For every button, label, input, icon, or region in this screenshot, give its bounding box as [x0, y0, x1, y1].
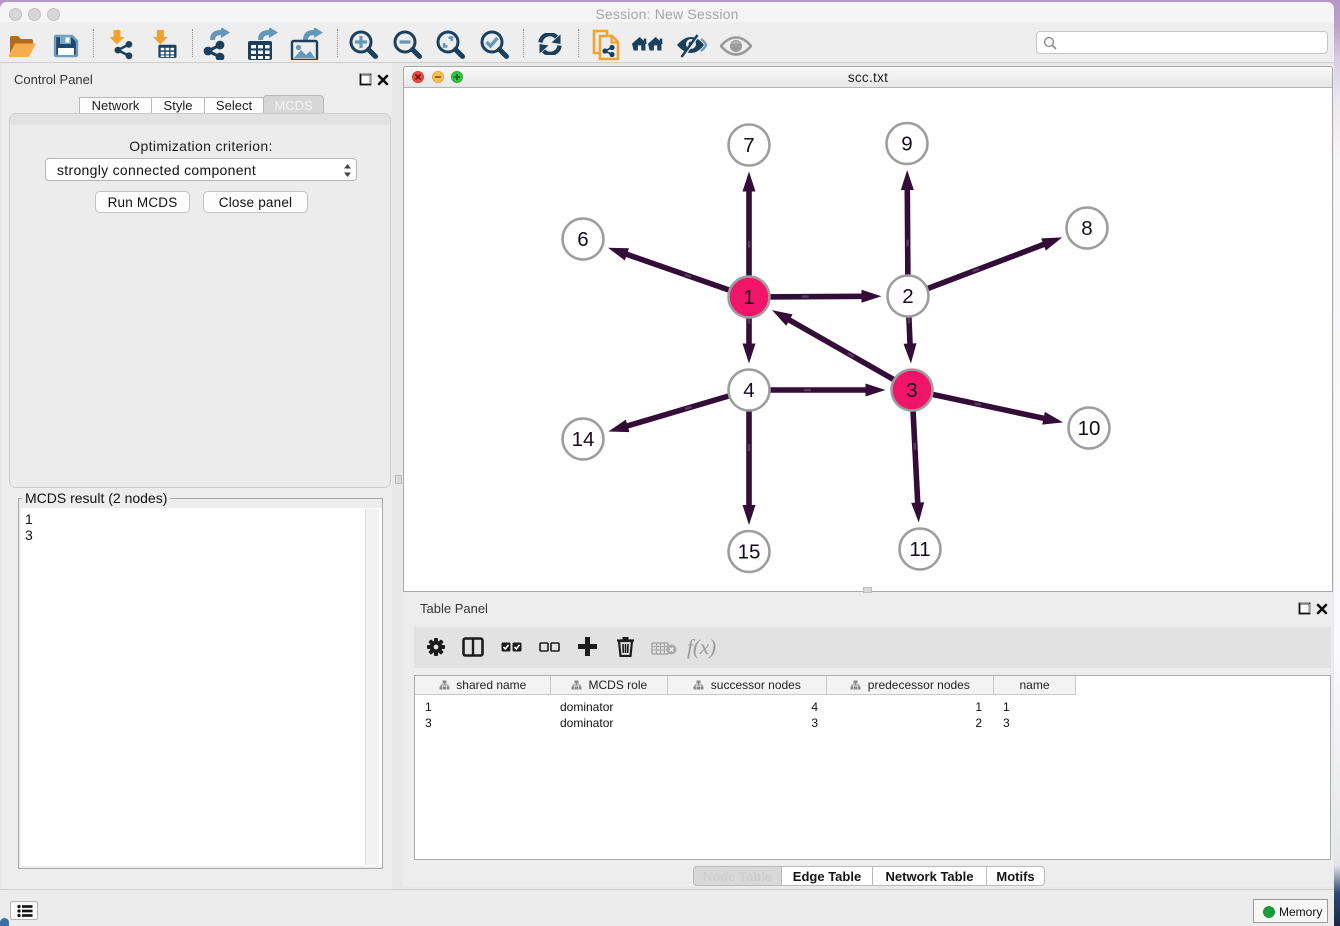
svg-text:3: 3 [906, 379, 917, 402]
svg-text:1: 1 [743, 286, 754, 309]
svg-text:4: 4 [743, 379, 754, 402]
svg-text:8: 8 [1081, 217, 1092, 240]
svg-text:14: 14 [572, 428, 595, 451]
svg-text:15: 15 [738, 541, 761, 564]
svg-text:2: 2 [902, 285, 913, 308]
svg-text:11: 11 [909, 538, 930, 561]
svg-text:9: 9 [901, 133, 912, 156]
svg-text:7: 7 [743, 134, 754, 157]
svg-text:10: 10 [1078, 417, 1101, 440]
svg-text:6: 6 [577, 228, 588, 251]
